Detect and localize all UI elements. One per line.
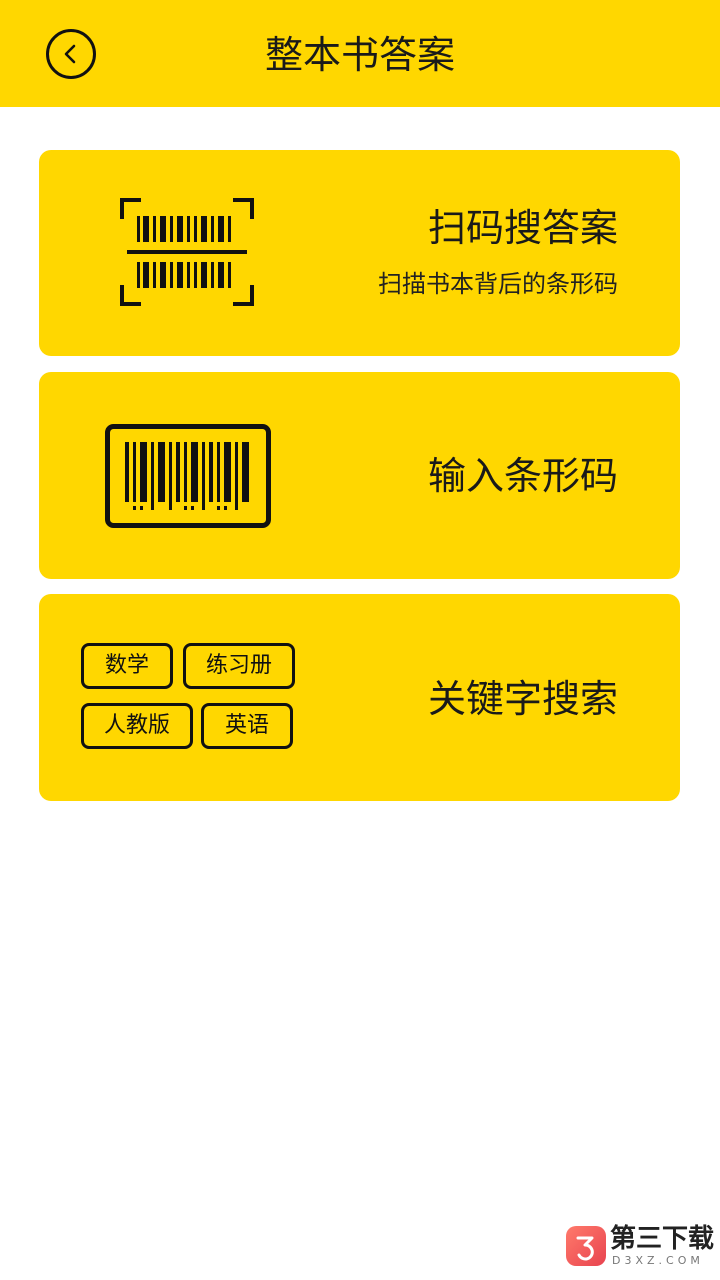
tag-english: 英语 <box>201 703 293 749</box>
barcode-scan-icon <box>120 198 254 306</box>
scan-barcode-card[interactable]: 扫码搜答案 扫描书本背后的条形码 <box>39 150 680 356</box>
scan-barcode-title: 扫码搜答案 <box>427 206 618 250</box>
watermark: 第三下载 D3XZ.COM <box>566 1224 716 1269</box>
input-barcode-card[interactable]: 输入条形码 <box>39 372 680 579</box>
barcode-icon <box>105 424 271 528</box>
d3xz-logo-icon <box>566 1226 606 1266</box>
watermark-domain: D3XZ.COM <box>612 1254 704 1267</box>
keyword-search-title: 关键字搜索 <box>427 677 618 721</box>
top-bar: 整本书答案 <box>0 0 720 107</box>
tag-workbook: 练习册 <box>183 643 295 689</box>
tag-pep-edition: 人教版 <box>81 703 193 749</box>
keyword-search-card[interactable]: 数学 练习册 人教版 英语 关键字搜索 <box>39 594 680 801</box>
input-barcode-title: 输入条形码 <box>427 454 618 498</box>
tag-math: 数学 <box>81 643 173 689</box>
page-title: 整本书答案 <box>264 33 455 77</box>
scan-barcode-subtitle: 扫描书本背后的条形码 <box>378 270 618 298</box>
watermark-name: 第三下载 <box>610 1224 715 1254</box>
